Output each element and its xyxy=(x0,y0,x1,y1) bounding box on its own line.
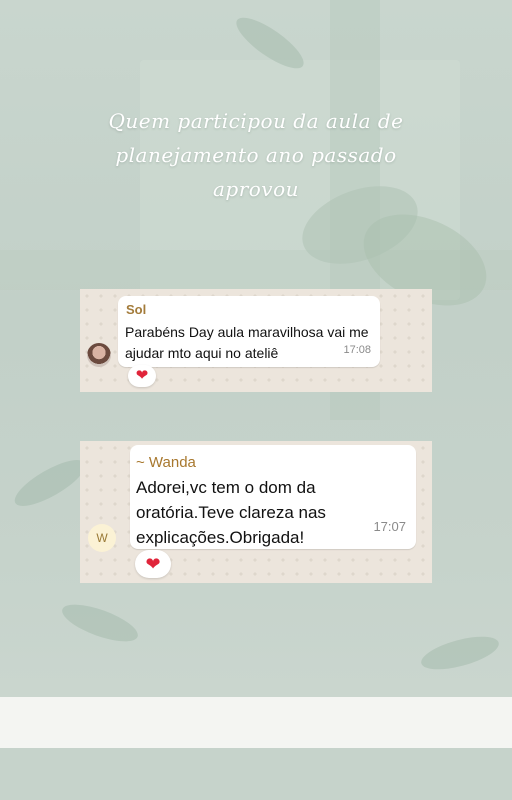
dried-leaf xyxy=(57,597,143,649)
message-text: Parabéns Day aula maravilhosa vai me aju… xyxy=(125,324,369,361)
title-line: aprovou xyxy=(212,177,300,201)
chat-screenshot-wanda: W ~ Wanda Adorei,vc tem o dom da oratóri… xyxy=(80,441,432,583)
bottom-band xyxy=(0,748,512,800)
message-time: 17:07 xyxy=(373,519,406,534)
dried-leaf xyxy=(417,630,503,676)
message-time: 17:08 xyxy=(343,344,371,356)
avatar: W xyxy=(88,524,116,552)
avatar xyxy=(87,343,111,367)
heart-reaction-icon: ❤ xyxy=(135,550,171,578)
dried-leaf xyxy=(8,451,92,515)
page-title: Quem participou da aula de planejamento … xyxy=(60,104,452,206)
title-line: Quem participou da aula de xyxy=(108,109,404,133)
chat-screenshot-sol: Sol Parabéns Day aula maravilhosa vai me… xyxy=(80,289,432,392)
heart-reaction-icon: ❤ xyxy=(128,365,156,387)
message-bubble: Sol Parabéns Day aula maravilhosa vai me… xyxy=(118,296,380,367)
message-text: Adorei,vc tem o dom da oratória.Teve cla… xyxy=(136,478,326,547)
white-band xyxy=(0,697,512,749)
sender-name: Sol xyxy=(126,302,147,317)
sender-name: ~ Wanda xyxy=(136,454,196,471)
title-line: planejamento ano passado xyxy=(115,143,397,167)
message-bubble: ~ Wanda Adorei,vc tem o dom da oratória.… xyxy=(130,445,416,549)
